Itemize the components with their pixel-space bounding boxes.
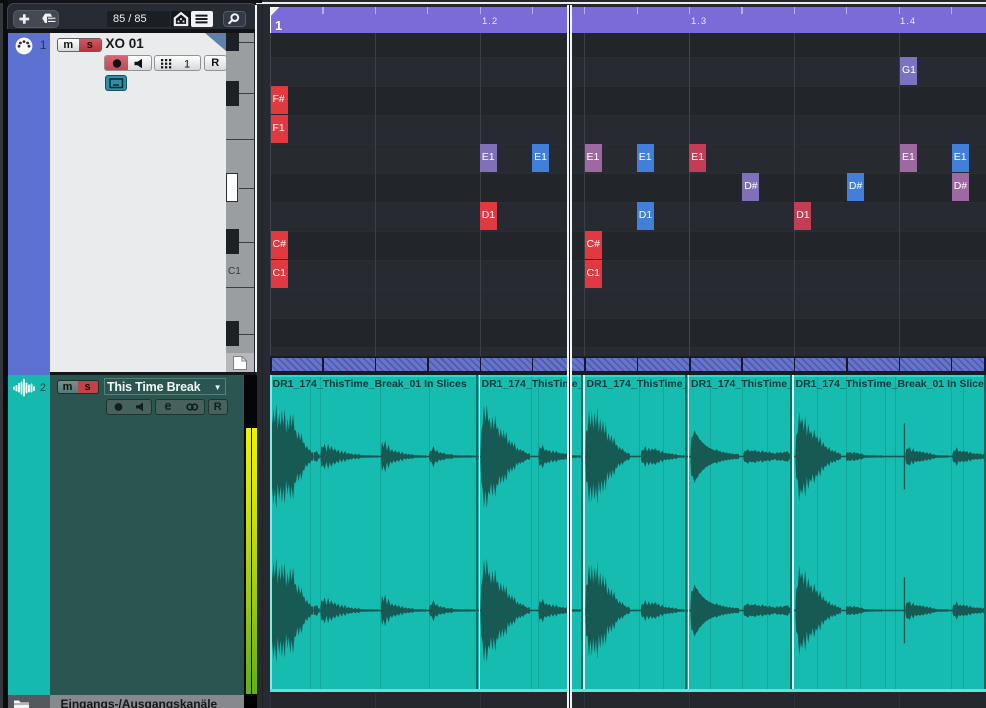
svg-text:1: 1 [184,58,190,70]
